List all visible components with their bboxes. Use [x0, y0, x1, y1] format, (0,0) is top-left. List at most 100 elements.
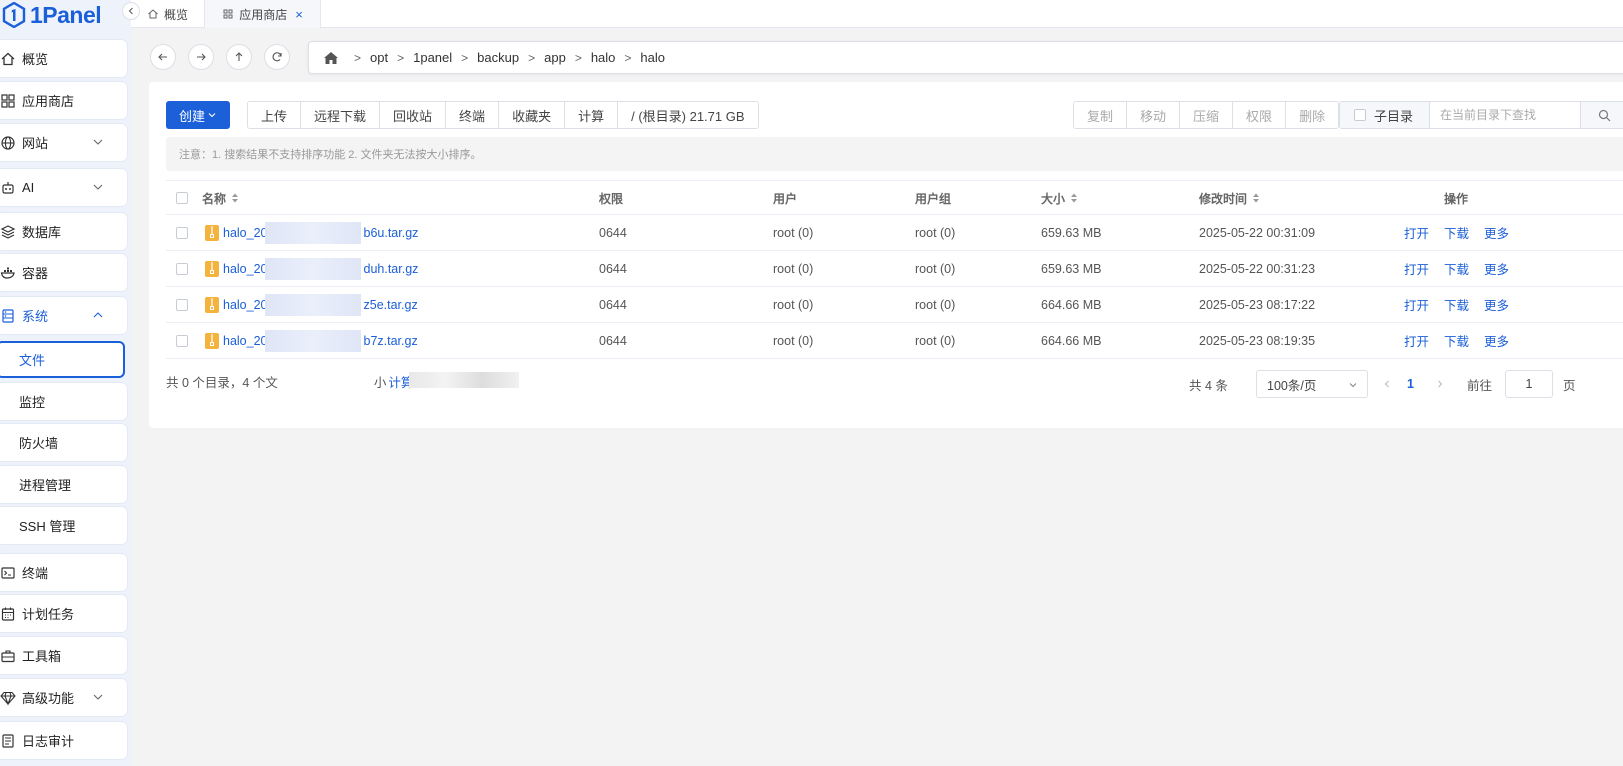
chevron-left-icon: [128, 7, 133, 15]
modified-cell: 2025-05-22 00:31:09: [1199, 225, 1316, 240]
sidebar-item[interactable]: 网站: [0, 124, 127, 161]
file-name-prefix[interactable]: halo_20: [223, 334, 268, 348]
sidebar-item[interactable]: 高级功能: [0, 679, 127, 716]
sidebar-item[interactable]: 计划任务: [0, 595, 127, 632]
remote-download-button[interactable]: 远程下载: [301, 102, 381, 128]
subdirectory-checkbox[interactable]: [1354, 109, 1366, 121]
column-modified[interactable]: 修改时间: [1199, 181, 1260, 215]
breadcrumb-item[interactable]: halo: [591, 50, 616, 65]
sort-icon[interactable]: [231, 192, 239, 204]
breadcrumb-separator: >: [574, 50, 582, 65]
column-size[interactable]: 大小: [1041, 181, 1078, 215]
logo[interactable]: 1Panel: [0, 0, 120, 30]
sidebar-subitem[interactable]: 防火墙: [0, 424, 127, 461]
more-link[interactable]: 更多: [1484, 287, 1509, 322]
column-user: 用户: [773, 191, 798, 206]
row-checkbox[interactable]: [176, 226, 188, 239]
subdirectory-toggle[interactable]: 子目录: [1340, 102, 1430, 128]
breadcrumb-item[interactable]: 1panel: [413, 50, 452, 65]
open-link[interactable]: 打开: [1404, 251, 1429, 286]
group-cell: root (0): [915, 297, 956, 312]
open-link[interactable]: 打开: [1404, 287, 1429, 322]
breadcrumb-item[interactable]: opt: [370, 50, 388, 65]
row-checkbox[interactable]: [176, 262, 188, 275]
search-button[interactable]: [1580, 102, 1623, 128]
calculate-button[interactable]: 计算: [565, 102, 619, 128]
summary-text: 共 0 个目录，4 个文 小 计算: [166, 372, 413, 391]
delete-button[interactable]: 删除: [1286, 102, 1339, 128]
modified-cell: 2025-05-23 08:17:22: [1199, 297, 1316, 312]
sidebar-item[interactable]: 工具箱: [0, 637, 127, 674]
refresh-button[interactable]: [264, 44, 290, 70]
page-unit-label: 页: [1563, 378, 1576, 393]
sidebar-subitem[interactable]: 文件: [0, 341, 125, 378]
file-name-suffix[interactable]: z5e.tar.gz: [364, 298, 418, 312]
prev-page-button[interactable]: [1382, 370, 1392, 398]
home-icon[interactable]: [323, 51, 339, 65]
page-size-select[interactable]: 100条/页: [1256, 370, 1368, 398]
sidebar-subitem[interactable]: SSH 管理: [0, 507, 127, 544]
permission-button[interactable]: 权限: [1233, 102, 1287, 128]
tab-label: 概览: [163, 7, 188, 22]
sidebar-item[interactable]: 概览: [0, 40, 127, 77]
sidebar-item[interactable]: 应用商店: [0, 82, 127, 119]
create-button[interactable]: 创建: [166, 101, 230, 129]
sidebar-item[interactable]: 日志审计: [0, 722, 127, 759]
goto-page-input[interactable]: [1505, 370, 1553, 398]
recycle-bin-button[interactable]: 回收站: [380, 102, 447, 128]
sidebar-item[interactable]: 数据库: [0, 213, 127, 250]
tab-close-icon[interactable]: ×: [295, 7, 303, 22]
download-link[interactable]: 下载: [1444, 215, 1469, 250]
file-name-prefix[interactable]: halo_20: [223, 262, 268, 276]
arrow-up-icon: [235, 52, 243, 61]
breadcrumb-item[interactable]: app: [544, 50, 566, 65]
disk-usage-button[interactable]: / (根目录) 21.71 GB: [618, 102, 758, 128]
download-link[interactable]: 下载: [1444, 323, 1469, 358]
tab-app-store[interactable]: 应用商店 ×: [205, 0, 321, 28]
sort-icon[interactable]: [1252, 192, 1260, 204]
next-page-button[interactable]: [1435, 370, 1445, 398]
upload-button[interactable]: 上传: [248, 102, 302, 128]
row-checkbox[interactable]: [176, 334, 188, 347]
favorites-button[interactable]: 收藏夹: [499, 102, 566, 128]
file-name-prefix[interactable]: halo_20: [223, 226, 268, 240]
sidebar-subitem[interactable]: 监控: [0, 383, 127, 420]
open-link[interactable]: 打开: [1404, 215, 1429, 250]
sidebar-item[interactable]: 容器: [0, 254, 127, 291]
back-button[interactable]: [150, 44, 176, 70]
sidebar-collapse-button[interactable]: [122, 2, 140, 20]
file-name-suffix[interactable]: b7z.tar.gz: [364, 334, 418, 348]
compress-button[interactable]: 压缩: [1180, 102, 1234, 128]
search-icon: [1598, 109, 1611, 121]
download-link[interactable]: 下载: [1444, 287, 1469, 322]
sidebar-item[interactable]: AI: [0, 169, 127, 206]
move-button[interactable]: 移动: [1127, 102, 1181, 128]
tab-label: 应用商店: [239, 7, 288, 22]
more-link[interactable]: 更多: [1484, 251, 1509, 286]
row-checkbox[interactable]: [176, 298, 188, 311]
select-all-checkbox[interactable]: [176, 192, 188, 204]
file-name-suffix[interactable]: duh.tar.gz: [364, 262, 419, 276]
archive-file-icon: [205, 296, 219, 313]
search-input[interactable]: [1430, 102, 1580, 128]
breadcrumb-item[interactable]: halo: [640, 50, 665, 65]
sidebar-subitem[interactable]: 进程管理: [0, 466, 127, 503]
open-link[interactable]: 打开: [1404, 323, 1429, 358]
terminal-button[interactable]: 终端: [446, 102, 500, 128]
column-name[interactable]: 名称: [202, 181, 239, 215]
home-icon: [1, 52, 15, 65]
more-link[interactable]: 更多: [1484, 323, 1509, 358]
page-number-current[interactable]: 1: [1407, 370, 1414, 398]
forward-button[interactable]: [188, 44, 214, 70]
tab-overview[interactable]: 概览: [131, 0, 205, 28]
copy-button[interactable]: 复制: [1074, 102, 1128, 128]
more-link[interactable]: 更多: [1484, 215, 1509, 250]
sidebar-item[interactable]: 系统: [0, 297, 127, 334]
sidebar-item[interactable]: 终端: [0, 554, 127, 591]
sort-icon[interactable]: [1070, 192, 1078, 204]
download-link[interactable]: 下载: [1444, 251, 1469, 286]
file-name-suffix[interactable]: b6u.tar.gz: [364, 226, 419, 240]
up-button[interactable]: [226, 44, 252, 70]
file-name-prefix[interactable]: halo_20: [223, 298, 268, 312]
breadcrumb-item[interactable]: backup: [477, 50, 519, 65]
